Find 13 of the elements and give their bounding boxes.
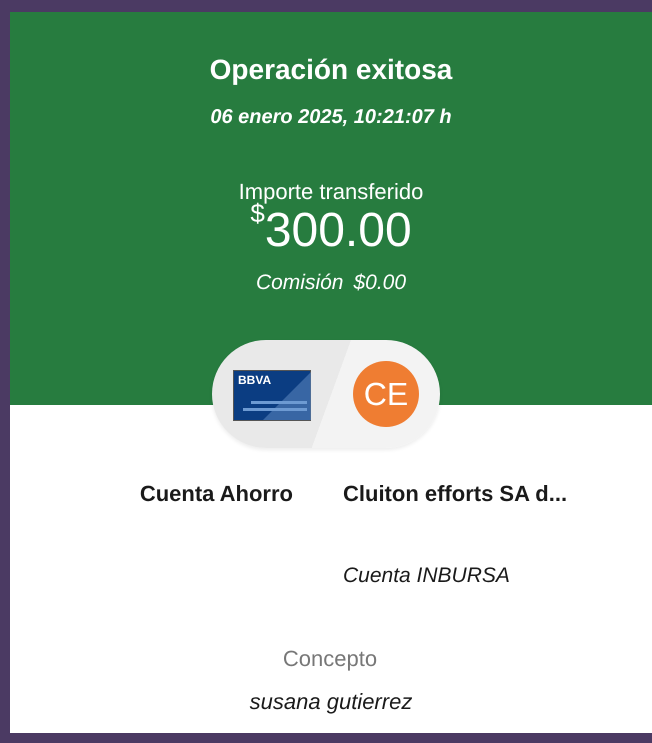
initials-avatar: CE bbox=[353, 361, 419, 427]
fee-label: Comisión bbox=[256, 270, 344, 296]
amount-value: $^{$}$300.00 bbox=[250, 204, 412, 258]
source-account-name: Cuenta Ahorro bbox=[140, 481, 293, 506]
date-time: 06 enero 2025, 10:21:07 h bbox=[210, 105, 452, 130]
fee-value: $0.00 bbox=[353, 270, 406, 296]
concept-value: susana gutierrez bbox=[250, 688, 412, 714]
amount-label: Importe transferido bbox=[238, 180, 424, 204]
concept-label: Concepto bbox=[282, 646, 378, 670]
recipient-name: Cluiton efforts SA d... bbox=[343, 481, 568, 506]
bank-card-icon: BBVA bbox=[233, 370, 311, 421]
recipient-account: Cuenta INBURSA bbox=[343, 563, 510, 589]
status-title: Operación exitosa bbox=[210, 53, 452, 87]
